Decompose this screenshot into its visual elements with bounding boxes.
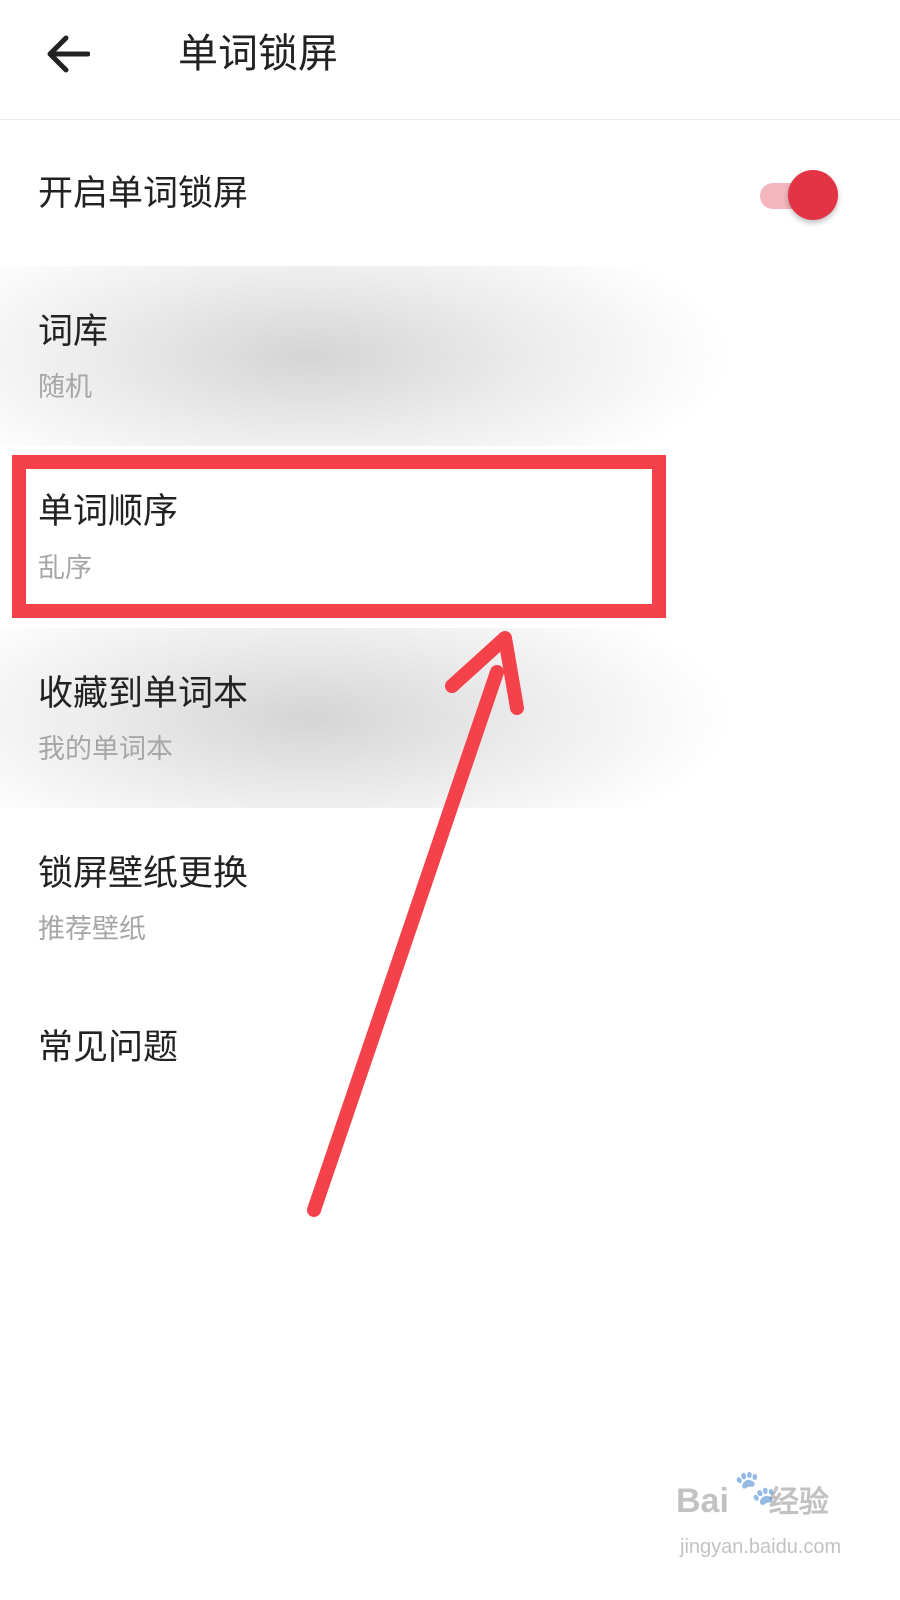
setting-title-faq: 常见问题 <box>38 1028 179 1068</box>
watermark-site: jingyan.baidu.com <box>680 1536 842 1558</box>
page-title: 单词锁屏 <box>178 31 338 77</box>
setting-row-favorite-wordbook[interactable]: 收藏到单词本 我的单词本 <box>0 628 900 808</box>
app-header: 单词锁屏 <box>0 0 900 120</box>
back-button[interactable] <box>36 22 100 86</box>
baidu-watermark: Bai 经验 🐾 jingyan.baidu.com <box>676 1468 856 1578</box>
setting-value-word-order: 乱序 <box>38 553 92 584</box>
watermark-brand: Bai 经验 <box>676 1482 829 1520</box>
lockscreen-toggle-switch[interactable] <box>758 170 838 220</box>
setting-value-wallpaper: 推荐壁纸 <box>38 914 146 945</box>
setting-row-word-order[interactable]: 单词顺序 乱序 <box>0 446 900 626</box>
setting-value-favorite-wordbook: 我的单词本 <box>38 734 173 765</box>
setting-title-word-bank: 词库 <box>38 312 109 352</box>
setting-value-word-bank: 随机 <box>38 372 92 403</box>
paw-icon: 🐾 <box>734 1468 777 1508</box>
setting-title-wallpaper: 锁屏壁纸更换 <box>38 854 249 894</box>
back-arrow-icon <box>47 35 90 73</box>
toggle-thumb <box>788 170 838 220</box>
setting-row-faq[interactable]: 常见问题 <box>0 1000 900 1100</box>
setting-title-favorite-wordbook: 收藏到单词本 <box>38 674 249 714</box>
setting-row-wallpaper[interactable]: 锁屏壁纸更换 推荐壁纸 <box>0 808 900 988</box>
setting-row-word-bank[interactable]: 词库 随机 <box>0 266 900 446</box>
lockscreen-toggle-label: 开启单词锁屏 <box>38 174 249 214</box>
setting-title-word-order: 单词顺序 <box>38 492 179 532</box>
